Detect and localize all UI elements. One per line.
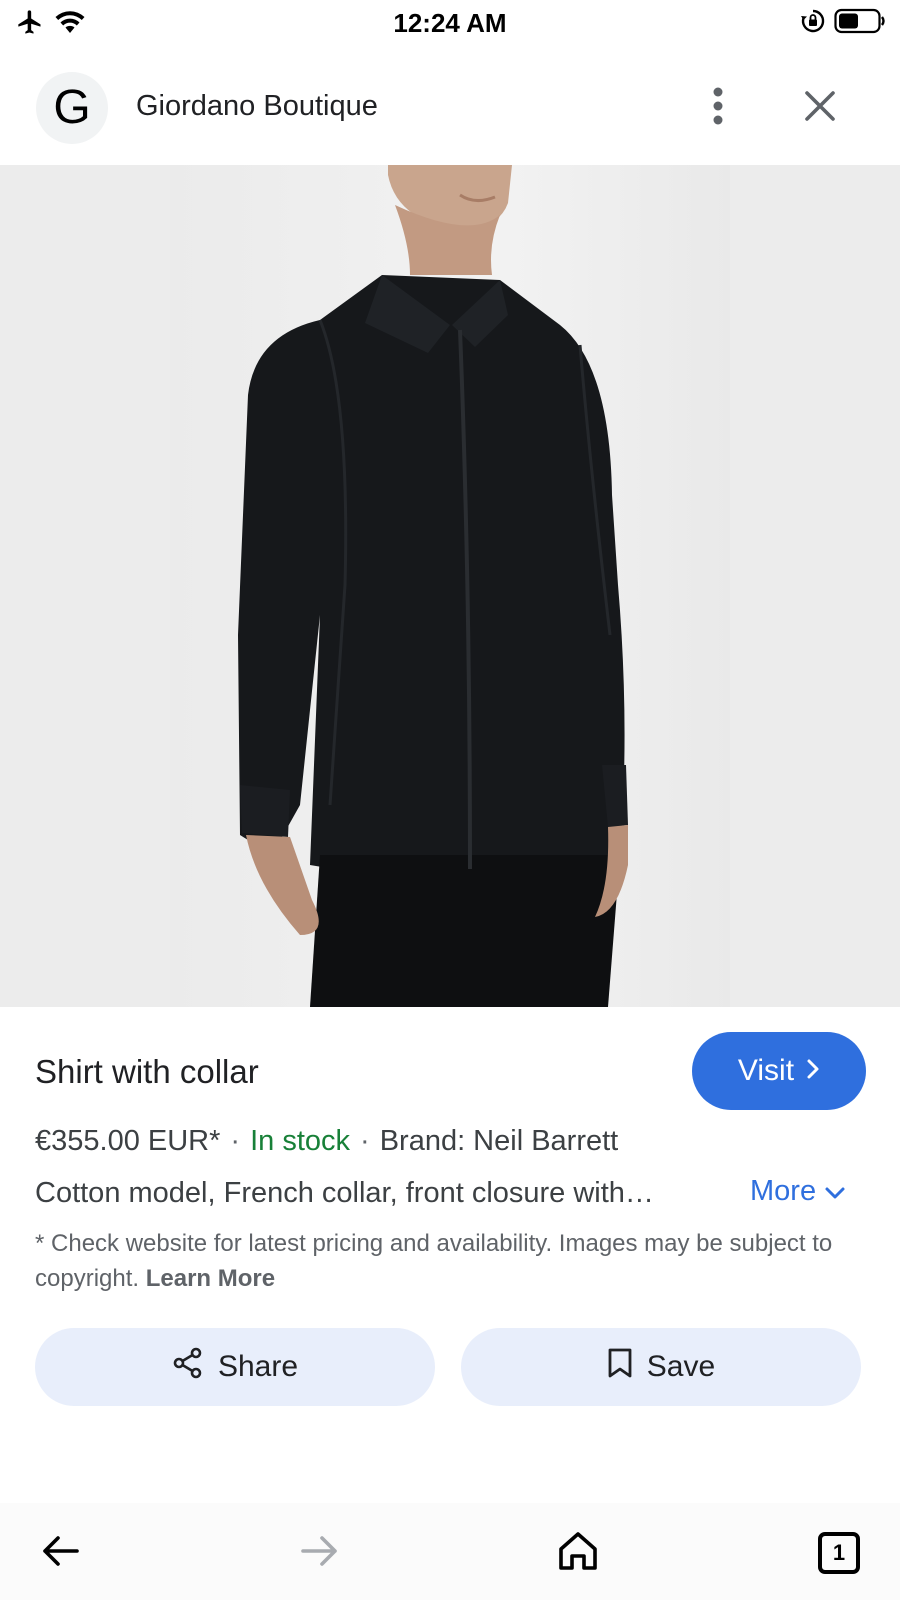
separator-dot: · <box>230 1125 241 1157</box>
product-brand: Brand: Neil Barrett <box>379 1125 619 1157</box>
more-button[interactable]: More <box>750 1175 846 1208</box>
learn-more-link[interactable]: Learn More <box>146 1265 275 1292</box>
stock-status: In stock <box>250 1125 351 1157</box>
site-name[interactable]: Giordano Boutique <box>136 90 378 123</box>
more-label: More <box>750 1175 817 1207</box>
home-icon <box>557 1530 599 1577</box>
share-button[interactable]: Share <box>35 1328 435 1406</box>
more-vertical-icon <box>712 86 724 131</box>
product-description: Cotton model, French collar, front closu… <box>35 1177 654 1209</box>
tabs-button[interactable]: 1 <box>811 1525 867 1581</box>
header: G Giordano Boutique <box>0 62 900 160</box>
status-right-icons <box>800 8 886 39</box>
separator-dot: · <box>360 1125 370 1157</box>
bottom-navigation: 1 <box>0 1503 900 1600</box>
close-button[interactable] <box>794 82 846 134</box>
battery-icon <box>834 8 886 39</box>
tabs-icon: 1 <box>818 1532 860 1574</box>
product-meta: €355.00 EUR* · In stock · Brand: Neil Barret… <box>35 1125 618 1158</box>
tab-count: 1 <box>832 1540 846 1565</box>
forward-arrow-icon <box>300 1535 340 1572</box>
home-button[interactable] <box>550 1525 606 1581</box>
save-button[interactable]: Save <box>461 1328 861 1406</box>
logo-letter: G <box>53 81 91 134</box>
page: 12:24 AM G Giordano Boutique Shirt with … <box>0 0 900 1600</box>
bookmark-icon <box>607 1347 633 1387</box>
product-photo <box>170 165 730 1007</box>
chevron-right-icon <box>806 1054 820 1088</box>
share-icon <box>172 1347 204 1387</box>
product-photo-illustration <box>238 165 628 1007</box>
site-logo: G <box>36 72 108 144</box>
visit-button[interactable]: Visit <box>692 1032 866 1110</box>
back-arrow-icon <box>40 1535 80 1572</box>
visit-label: Visit <box>737 1054 795 1087</box>
chevron-down-icon <box>824 1175 846 1208</box>
share-label: Share <box>217 1350 299 1383</box>
forward-button[interactable] <box>292 1525 348 1581</box>
back-button[interactable] <box>32 1525 88 1581</box>
rotation-lock-icon <box>800 8 826 39</box>
more-options-button[interactable] <box>692 82 744 134</box>
status-bar: 12:24 AM <box>0 0 900 48</box>
product-price: €355.00 EUR* <box>35 1125 221 1157</box>
product-image-area[interactable] <box>0 165 900 1007</box>
disclaimer: * Check website for latest pricing and a… <box>35 1226 865 1296</box>
status-time: 12:24 AM <box>393 8 507 38</box>
product-title: Shirt with collar <box>35 1053 259 1090</box>
close-icon <box>804 90 836 127</box>
save-label: Save <box>646 1350 716 1383</box>
